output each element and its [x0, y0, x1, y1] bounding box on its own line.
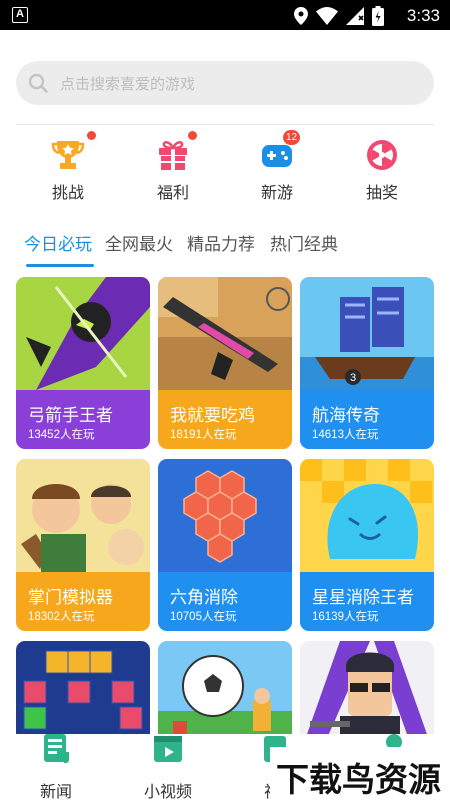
game-card-info: 六角消除 10705人在玩 — [158, 572, 292, 631]
search-icon — [28, 73, 48, 93]
divider — [16, 124, 434, 125]
quick-entry-label: 福利 — [156, 185, 189, 202]
nav-label: 小视频 — [143, 784, 192, 800]
count-badge: 12 — [283, 130, 301, 145]
game-card-info: 弓箭手王者 13452人在玩 — [16, 390, 150, 449]
clock: 3:33 — [406, 6, 440, 25]
game-players: 14613人在玩 — [312, 429, 379, 441]
game-card[interactable]: 我就要吃鸡 18191人在玩 — [158, 277, 292, 449]
nav-news[interactable]: 新闻 — [16, 734, 96, 800]
active-tab-indicator — [26, 264, 94, 267]
lucky-wheel-icon — [367, 140, 397, 170]
game-art-shooter — [158, 277, 292, 390]
game-players: 13452人在玩 — [28, 429, 95, 441]
game-art-archer — [16, 277, 150, 390]
game-title: 六角消除 — [170, 588, 238, 607]
game-art-pirate-ship: 3 — [300, 277, 434, 390]
trophy-icon — [51, 141, 85, 169]
game-art-sect-master — [16, 459, 150, 572]
game-card[interactable]: 弓箭手王者 13452人在玩 — [16, 277, 150, 449]
game-card[interactable]: 掌门模拟器 18302人在玩 — [16, 459, 150, 631]
watermark-text: 下载鸟资源 — [276, 760, 441, 799]
quick-entry-label: 新游 — [260, 185, 293, 202]
game-title: 我就要吃鸡 — [170, 406, 255, 425]
game-players: 10705人在玩 — [170, 611, 237, 623]
game-card[interactable]: 六角消除 10705人在玩 — [158, 459, 292, 631]
nav-short-video[interactable]: 小视频 — [128, 734, 208, 800]
location-icon — [294, 7, 308, 25]
game-art-star-blob — [300, 459, 434, 572]
game-players: 18302人在玩 — [28, 611, 95, 623]
wifi-icon — [316, 7, 338, 25]
quick-entry-new-games[interactable]: 12 新游 — [241, 130, 311, 202]
search-placeholder: 点击搜索喜爱的游戏 — [60, 76, 196, 93]
quick-entry-label: 抽奖 — [365, 185, 398, 202]
quick-entry-lottery[interactable]: 抽奖 — [346, 138, 416, 202]
game-card-info: 航海传奇 14613人在玩 — [300, 390, 434, 449]
game-title: 掌门模拟器 — [28, 588, 113, 607]
tab-classic[interactable]: 热门经典 — [270, 230, 338, 255]
tab-today[interactable]: 今日必玩 — [24, 230, 92, 255]
video-icon — [154, 736, 182, 762]
status-icons — [294, 6, 384, 26]
game-title: 弓箭手王者 — [28, 406, 113, 425]
game-title: 星星消除王者 — [312, 588, 414, 607]
game-card-info: 掌门模拟器 18302人在玩 — [16, 572, 150, 631]
battery-icon — [372, 6, 384, 26]
signal-icon — [346, 7, 364, 25]
new-dot-badge — [188, 131, 197, 140]
quick-entry-welfare[interactable]: 福利 — [137, 131, 207, 202]
game-card[interactable]: 3 航海传奇 14613人在玩 — [300, 277, 434, 449]
game-card-info: 我就要吃鸡 18191人在玩 — [158, 390, 292, 449]
tab-recommended[interactable]: 精品力荐 — [187, 230, 255, 255]
game-card-info: 星星消除王者 16139人在玩 — [300, 572, 434, 631]
quick-entry-challenge[interactable]: 挑战 — [32, 131, 102, 202]
gift-icon — [159, 141, 187, 170]
search-bar[interactable]: 点击搜索喜爱的游戏 — [16, 61, 434, 105]
game-card[interactable]: 星星消除王者 16139人在玩 — [300, 459, 434, 631]
quick-entry-label: 挑战 — [51, 185, 84, 202]
new-dot-badge — [87, 131, 96, 140]
nav-label: 新闻 — [39, 784, 72, 800]
game-players: 16139人在玩 — [312, 611, 379, 623]
tab-hottest[interactable]: 全网最火 — [105, 230, 173, 255]
news-icon — [44, 734, 69, 763]
game-players: 18191人在玩 — [170, 429, 237, 441]
status-bar: A 3:33 — [0, 0, 450, 30]
svg-text:3: 3 — [350, 372, 356, 384]
watermark: 下载鸟资源 — [270, 747, 450, 800]
app-notification-icon: A — [12, 7, 28, 23]
game-art-hexagon — [158, 459, 292, 572]
game-title: 航海传奇 — [312, 406, 380, 425]
